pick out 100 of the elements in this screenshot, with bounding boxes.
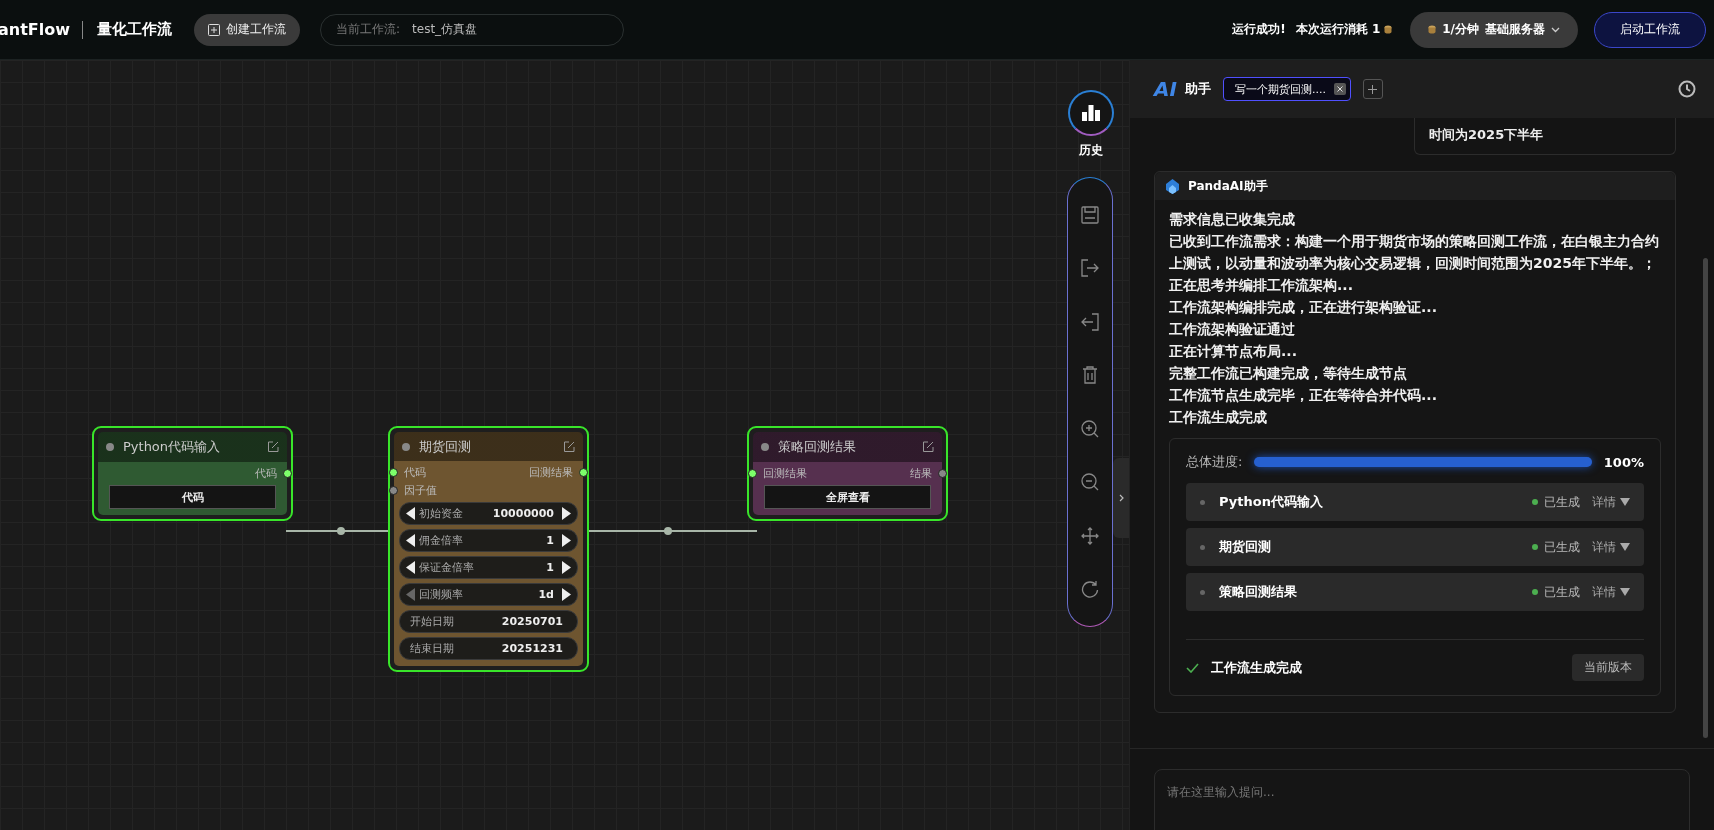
current-version-button[interactable]: 当前版本 xyxy=(1572,654,1644,681)
bar-chart-icon xyxy=(1082,105,1100,121)
bullet-icon xyxy=(1200,499,1205,505)
port-label: 回测结果 xyxy=(763,466,807,481)
field-label: 当前工作流: xyxy=(336,21,401,38)
date-field[interactable]: 开始日期 20250701 xyxy=(399,610,578,633)
export-icon[interactable] xyxy=(1081,259,1099,278)
input-port[interactable] xyxy=(748,469,757,478)
step-status: 已生成 xyxy=(1544,538,1580,556)
run-status: 运行成功! xyxy=(1232,21,1286,38)
number-stepper[interactable]: 回测频率 1d xyxy=(399,583,578,606)
start-workflow-button[interactable]: 启动工作流 xyxy=(1594,11,1706,48)
history-button[interactable] xyxy=(1068,90,1114,136)
node-button[interactable]: 全屏查看 xyxy=(764,485,931,509)
add-tab-button[interactable] xyxy=(1362,79,1383,99)
step-name: 策略回测结果 xyxy=(1219,583,1298,601)
status-message: 完整工作流已构建完成，等待生成节点 xyxy=(1169,364,1408,383)
history-label: 历史 xyxy=(1079,142,1103,159)
progress-percent: 100% xyxy=(1603,454,1644,470)
save-icon[interactable] xyxy=(1081,206,1099,224)
number-stepper[interactable]: 保证金倍率 1 xyxy=(399,556,578,579)
increment-arrow-icon[interactable] xyxy=(562,507,571,520)
status-message: 正在计算节点布局... xyxy=(1169,342,1298,361)
node-title: 策略回测结果 xyxy=(778,438,857,456)
status-dot-icon xyxy=(761,443,769,451)
increment-arrow-icon[interactable] xyxy=(562,561,571,574)
bullet-icon xyxy=(1200,544,1205,550)
status-message: 工作流架构编排完成，正在进行架构验证... xyxy=(1169,298,1438,317)
progress-label: 总体进度: xyxy=(1186,453,1243,471)
edit-icon[interactable] xyxy=(267,441,279,453)
number-stepper[interactable]: 初始资金 10000000 xyxy=(399,502,578,525)
caret-icon xyxy=(1620,588,1630,596)
status-dot-icon xyxy=(1532,589,1538,595)
decrement-arrow-icon[interactable] xyxy=(406,534,415,547)
output-port[interactable] xyxy=(579,468,588,477)
node-button[interactable]: 代码 xyxy=(109,485,276,509)
refresh-icon[interactable] xyxy=(1081,579,1099,598)
increment-arrow-icon[interactable] xyxy=(562,588,571,601)
run-cost: 本次运行消耗 1 xyxy=(1295,21,1381,38)
increment-arrow-icon[interactable] xyxy=(562,534,571,547)
output-port[interactable] xyxy=(938,469,947,478)
user-message: 时间为2025下半年 xyxy=(1414,118,1676,155)
scrollbar[interactable] xyxy=(1703,258,1708,738)
coin-icon xyxy=(1428,25,1437,34)
question-input[interactable]: 请在这里输入提问... xyxy=(1154,769,1690,830)
chat-tab[interactable]: 写一个期货回测.... xyxy=(1222,77,1351,101)
plus-square-icon xyxy=(208,23,221,36)
zoom-out-icon[interactable] xyxy=(1081,473,1099,492)
panda-logo-icon xyxy=(1165,178,1180,194)
status-message: 工作流生成完成 xyxy=(1169,408,1268,427)
output-port[interactable] xyxy=(283,469,292,478)
status-dot-icon xyxy=(1532,499,1538,505)
field-value: test_仿真盘 xyxy=(412,21,478,38)
status-dot-icon xyxy=(106,443,114,451)
create-workflow-button[interactable]: 创建工作流 xyxy=(194,13,301,46)
workflow-node[interactable]: 期货回测 代码 因子值 回测结果 初始资金 10000000 佣金倍率 1 保证金倍率 1 回测频率 1d 开始日期 20250701 结束日期 20251231 xyxy=(388,426,589,672)
date-field[interactable]: 结束日期 20251231 xyxy=(399,637,578,660)
status-message: 需求信息已收集完成 xyxy=(1169,210,1296,229)
plus-icon xyxy=(1368,84,1378,94)
details-toggle[interactable]: 详情 xyxy=(1592,493,1630,511)
zoom-in-icon[interactable] xyxy=(1081,419,1099,438)
port-label: 代码 xyxy=(404,465,426,480)
server-name: 基础服务器 xyxy=(1485,21,1545,38)
chevron-down-icon xyxy=(1551,26,1560,33)
step-name: Python代码输入 xyxy=(1219,493,1324,511)
trash-icon[interactable] xyxy=(1082,366,1098,385)
step-name: 期货回测 xyxy=(1219,538,1272,556)
decrement-arrow-icon[interactable] xyxy=(406,507,415,520)
check-icon xyxy=(1186,662,1199,673)
server-plan-dropdown[interactable]: 1/分钟 基础服务器 xyxy=(1410,11,1578,48)
tab-label: 写一个期货回测.... xyxy=(1234,81,1326,97)
number-stepper[interactable]: 佣金倍率 1 xyxy=(399,529,578,552)
port-label: 代码 xyxy=(255,466,277,481)
port-label: 因子值 xyxy=(404,483,437,498)
status-message: 工作流节点生成完毕，正在等待合并代码... xyxy=(1169,386,1438,405)
panel-title: 助手 xyxy=(1184,80,1211,98)
collapse-handle[interactable] xyxy=(1113,458,1129,538)
done-message: 工作流生成完成 xyxy=(1211,658,1302,677)
input-port[interactable] xyxy=(389,486,398,495)
status-message: 工作流架构验证通过 xyxy=(1169,320,1296,339)
close-icon[interactable] xyxy=(1333,83,1346,95)
input-port[interactable] xyxy=(389,468,398,477)
import-icon[interactable] xyxy=(1081,312,1099,331)
bullet-icon xyxy=(1200,589,1205,595)
ai-logo: AI xyxy=(1154,77,1177,101)
edit-icon[interactable] xyxy=(563,440,575,453)
move-icon[interactable] xyxy=(1081,526,1099,545)
details-toggle[interactable]: 详情 xyxy=(1592,538,1630,556)
status-message: 已收到工作流需求：构建一个用于期货市场的策略回测工作流，在白银主力合约上测试，以动量和波动率为核心交易逻辑，回测时间范围为2025年下半年。；正在思考并编排工作流架构... xyxy=(1169,232,1660,295)
workflow-node[interactable]: 策略回测结果 回测结果 结果 全屏查看 xyxy=(747,426,948,521)
decrement-arrow-icon[interactable] xyxy=(406,561,415,574)
details-toggle[interactable]: 详情 xyxy=(1592,583,1630,601)
step-status: 已生成 xyxy=(1544,493,1580,511)
edit-icon[interactable] xyxy=(922,441,934,453)
plan-rate: 1/分钟 xyxy=(1442,21,1479,38)
clock-icon[interactable] xyxy=(1678,80,1696,98)
coin-icon xyxy=(1384,25,1393,34)
workflow-node[interactable]: Python代码输入 代码 代码 xyxy=(92,426,293,521)
port-label: 回测结果 xyxy=(529,465,573,480)
caret-icon xyxy=(1620,543,1630,551)
